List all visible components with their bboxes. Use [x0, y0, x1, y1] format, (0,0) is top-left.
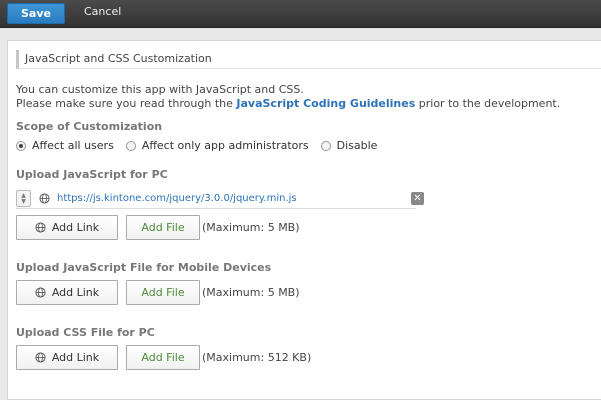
- upload-js-pc-label: Upload JavaScript for PC: [16, 168, 168, 181]
- add-file-button[interactable]: Add File: [126, 345, 200, 370]
- radio-dot[interactable]: [320, 140, 331, 151]
- radio-label: Affect only app administrators: [141, 139, 309, 152]
- add-file-button[interactable]: Add File: [126, 215, 200, 240]
- customization-panel: JavaScript and CSS Customization You can…: [7, 40, 601, 400]
- intro-line-1: You can customize this app with JavaScri…: [16, 83, 304, 96]
- uploaded-file-row: ▲ ▼ https://js.kintone.com/jquery/3.0.0/j…: [16, 189, 424, 209]
- add-link-label: Add Link: [51, 351, 100, 364]
- add-link-label: Add Link: [51, 221, 100, 234]
- coding-guidelines-link[interactable]: JavaScript Coding Guidelines: [236, 97, 415, 110]
- max-size-note: (Maximum: 5 MB): [202, 286, 300, 299]
- remove-icon[interactable]: ✕: [411, 192, 424, 205]
- max-size-note: (Maximum: 5 MB): [202, 221, 300, 234]
- upload-css-pc-label: Upload CSS File for PC: [16, 326, 155, 339]
- toolbar: Save Cancel: [0, 0, 601, 28]
- add-link-button[interactable]: Add Link: [16, 345, 118, 370]
- section-title: JavaScript and CSS Customization: [16, 50, 601, 69]
- globe-icon: [35, 222, 46, 233]
- radio-label: Disable: [336, 139, 378, 152]
- radio-label: Affect all users: [32, 139, 114, 152]
- intro-line-2: Please make sure you read through the Ja…: [16, 97, 560, 110]
- radio-dot[interactable]: [125, 140, 136, 151]
- globe-icon: [35, 287, 46, 298]
- save-button[interactable]: Save: [7, 3, 65, 24]
- upload-js-mobile-label: Upload JavaScript File for Mobile Device…: [16, 261, 272, 274]
- scope-label: Scope of Customization: [16, 120, 163, 133]
- intro-text-before: Please make sure you read through the: [16, 97, 237, 110]
- globe-icon: [35, 352, 46, 363]
- add-file-button[interactable]: Add File: [126, 280, 200, 305]
- intro-text-after: prior to the development.: [415, 97, 561, 110]
- radio-disable[interactable]: Disable: [320, 139, 378, 152]
- radio-affect-app-admins[interactable]: Affect only app administrators: [125, 139, 309, 152]
- globe-icon: [39, 193, 50, 204]
- add-link-label: Add Link: [51, 286, 100, 299]
- add-link-button[interactable]: Add Link: [16, 215, 118, 240]
- file-url-link[interactable]: https://js.kintone.com/jquery/3.0.0/jque…: [57, 193, 297, 204]
- drag-handle-icon[interactable]: ▲ ▼: [16, 190, 31, 207]
- cancel-button[interactable]: Cancel: [84, 5, 121, 21]
- radio-affect-all-users[interactable]: Affect all users: [16, 139, 114, 152]
- scope-radio-group: Affect all users Affect only app adminis…: [16, 139, 389, 152]
- add-link-button[interactable]: Add Link: [16, 280, 118, 305]
- radio-dot-selected[interactable]: [16, 140, 26, 151]
- max-size-note: (Maximum: 512 KB): [202, 351, 312, 364]
